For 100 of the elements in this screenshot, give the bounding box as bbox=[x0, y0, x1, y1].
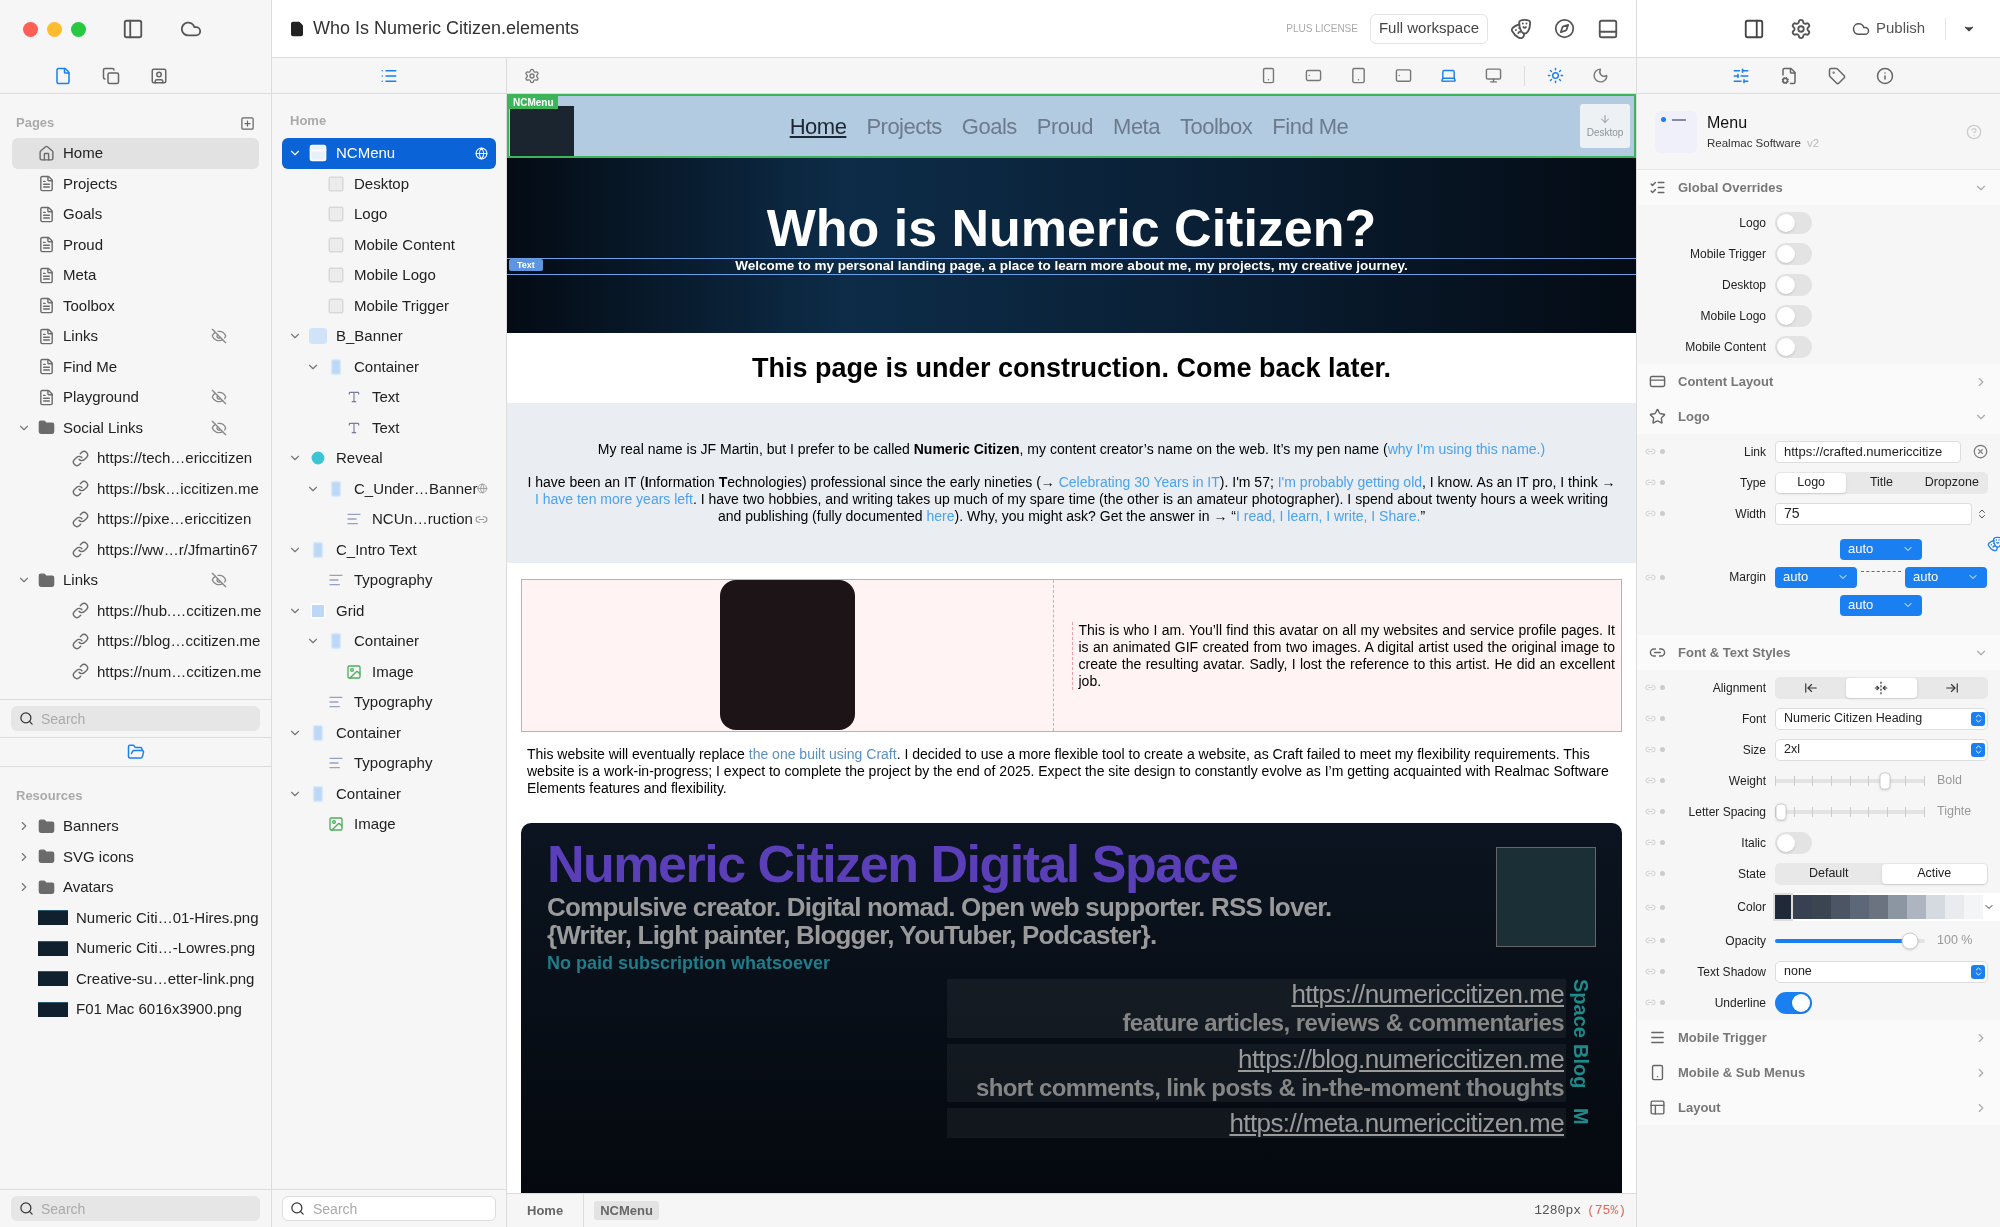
light-mode-icon[interactable] bbox=[1547, 67, 1564, 84]
slider-thumb[interactable] bbox=[1901, 932, 1919, 949]
color-swatch[interactable] bbox=[1945, 895, 1964, 919]
resource-item[interactable]: Banners bbox=[12, 811, 259, 842]
breadcrumb[interactable]: Home bbox=[507, 1194, 585, 1227]
page-item[interactable]: https://ww…r/Jfmartin67 bbox=[12, 534, 259, 565]
toggle-switch[interactable] bbox=[1775, 991, 1812, 1014]
page-item[interactable]: https://tech…ericcitizen bbox=[12, 443, 259, 474]
tablet-landscape-icon[interactable] bbox=[1395, 67, 1412, 84]
tag-tab[interactable] bbox=[1828, 66, 1846, 85]
page-item[interactable]: https://blog…ccitizen.me bbox=[12, 626, 259, 657]
color-swatch[interactable] bbox=[1775, 895, 1791, 919]
search-field[interactable]: Search bbox=[11, 1196, 260, 1221]
section-header[interactable]: Mobile & Sub Menus bbox=[1637, 1055, 2000, 1090]
folder-icon[interactable] bbox=[126, 743, 145, 761]
section-header[interactable]: Global Overrides bbox=[1637, 170, 2000, 205]
color-swatch[interactable] bbox=[1907, 895, 1926, 919]
width-field[interactable]: 75 bbox=[1775, 502, 1972, 525]
page-item[interactable]: Links bbox=[12, 321, 259, 352]
page-item[interactable]: Home bbox=[12, 138, 259, 169]
section-header[interactable]: Mobile Trigger bbox=[1637, 1020, 2000, 1055]
page-item[interactable]: Social Links bbox=[12, 412, 259, 443]
compass-icon[interactable] bbox=[1554, 18, 1575, 39]
page-item[interactable]: Links bbox=[12, 565, 259, 596]
link-field[interactable]: https://crafted.numericcitize bbox=[1775, 440, 1961, 463]
breadcrumb[interactable]: NCMenu bbox=[594, 1200, 659, 1221]
toggle-switch[interactable] bbox=[1775, 242, 1812, 265]
resource-item[interactable]: Numeric Citi…01-Hires.png bbox=[12, 902, 259, 933]
layer-item[interactable]: Container bbox=[282, 351, 496, 382]
site-link[interactable]: https://meta.numericcitizen.me bbox=[1229, 1107, 1564, 1138]
phone-icon[interactable] bbox=[1260, 67, 1277, 84]
dropdown[interactable]: Numeric Citizen Heading bbox=[1775, 707, 1988, 730]
layer-item[interactable]: Image bbox=[282, 656, 496, 687]
slider-track[interactable] bbox=[1775, 771, 1925, 790]
zoom-window-button[interactable] bbox=[71, 21, 86, 37]
color-picker[interactable] bbox=[1775, 893, 2000, 921]
sidebar-toggle-icon[interactable] bbox=[122, 18, 144, 40]
color-swatch[interactable] bbox=[1888, 895, 1907, 919]
layer-item[interactable]: Image bbox=[282, 809, 496, 840]
margin-select[interactable]: auto bbox=[1840, 594, 1922, 616]
style-icon[interactable] bbox=[1987, 536, 2000, 552]
page-item[interactable]: Toolbox bbox=[12, 290, 259, 321]
toggle-switch[interactable] bbox=[1775, 335, 1812, 358]
section-header[interactable]: Layout bbox=[1637, 1090, 2000, 1125]
nav-link[interactable]: Home bbox=[789, 109, 847, 143]
dropdown[interactable]: none bbox=[1775, 960, 1988, 983]
resource-item[interactable]: Avatars bbox=[12, 872, 259, 903]
clear-icon[interactable] bbox=[1973, 444, 1988, 459]
pages-tab[interactable] bbox=[53, 66, 72, 85]
page-settings-tab[interactable] bbox=[1780, 66, 1798, 85]
toggle-switch[interactable] bbox=[1775, 831, 1812, 854]
page-item[interactable]: https://hub.…ccitizen.me bbox=[12, 595, 259, 626]
page-item[interactable]: Playground bbox=[12, 382, 259, 413]
layer-item[interactable]: Desktop bbox=[282, 168, 496, 199]
monitor-icon[interactable] bbox=[1485, 67, 1502, 84]
layer-item[interactable]: C_Under…Banner bbox=[282, 473, 496, 504]
layer-item[interactable]: Reveal bbox=[282, 443, 496, 474]
publish-button[interactable]: Publish bbox=[1852, 17, 1926, 40]
properties-tab[interactable] bbox=[1732, 66, 1750, 85]
page-item[interactable]: Proud bbox=[12, 229, 259, 260]
style-icon[interactable] bbox=[1510, 17, 1532, 40]
toggle-switch[interactable] bbox=[1775, 304, 1812, 327]
settings-icon[interactable] bbox=[1790, 17, 1812, 40]
layer-item[interactable]: Typography bbox=[282, 748, 496, 779]
site-link[interactable]: https://blog.numericcitizen.me bbox=[1238, 1043, 1564, 1074]
segment-option[interactable] bbox=[1846, 677, 1917, 698]
page-item[interactable]: Projects bbox=[12, 168, 259, 199]
color-swatch[interactable] bbox=[1869, 895, 1888, 919]
color-swatch[interactable] bbox=[1812, 895, 1831, 919]
segment-option[interactable]: Dropzone bbox=[1916, 472, 1987, 493]
slider-track[interactable] bbox=[1775, 802, 1925, 821]
layer-item[interactable]: B_Banner bbox=[282, 321, 496, 352]
toggle-switch[interactable] bbox=[1775, 211, 1812, 234]
segment-option[interactable]: Active bbox=[1881, 863, 1987, 884]
phone-landscape-icon[interactable] bbox=[1305, 67, 1322, 84]
toggle-switch[interactable] bbox=[1775, 273, 1812, 296]
info-tab[interactable] bbox=[1876, 66, 1894, 85]
dark-mode-icon[interactable] bbox=[1592, 67, 1609, 84]
resource-item[interactable]: SVG icons bbox=[12, 841, 259, 872]
close-window-button[interactable] bbox=[23, 21, 38, 37]
section-header[interactable]: Font & Text Styles bbox=[1637, 635, 2000, 670]
card-tab[interactable] bbox=[149, 66, 168, 85]
layer-item[interactable]: Mobile Logo bbox=[282, 260, 496, 291]
laptop-icon[interactable] bbox=[1440, 67, 1457, 84]
layer-item[interactable]: Text bbox=[282, 412, 496, 443]
resource-item[interactable]: Numeric Citi…-Lowres.png bbox=[12, 933, 259, 964]
layer-item[interactable]: Container bbox=[282, 778, 496, 809]
slider-track[interactable] bbox=[1775, 931, 1925, 950]
layer-item[interactable]: Grid bbox=[282, 595, 496, 626]
search-field[interactable]: Search bbox=[282, 1196, 496, 1221]
color-swatch[interactable] bbox=[1926, 895, 1945, 919]
layer-item[interactable]: Typography bbox=[282, 687, 496, 718]
page-item[interactable]: https://num…ccitizen.me bbox=[12, 656, 259, 687]
resource-item[interactable]: Creative-su…etter-link.png bbox=[12, 963, 259, 994]
copies-tab[interactable] bbox=[101, 66, 120, 85]
search-field[interactable]: Search bbox=[11, 706, 260, 731]
slider-thumb[interactable] bbox=[1775, 803, 1787, 820]
layer-item[interactable]: Text bbox=[282, 382, 496, 413]
margin-select[interactable]: auto bbox=[1905, 566, 1987, 588]
workspace-button[interactable]: Full workspace bbox=[1369, 13, 1488, 44]
